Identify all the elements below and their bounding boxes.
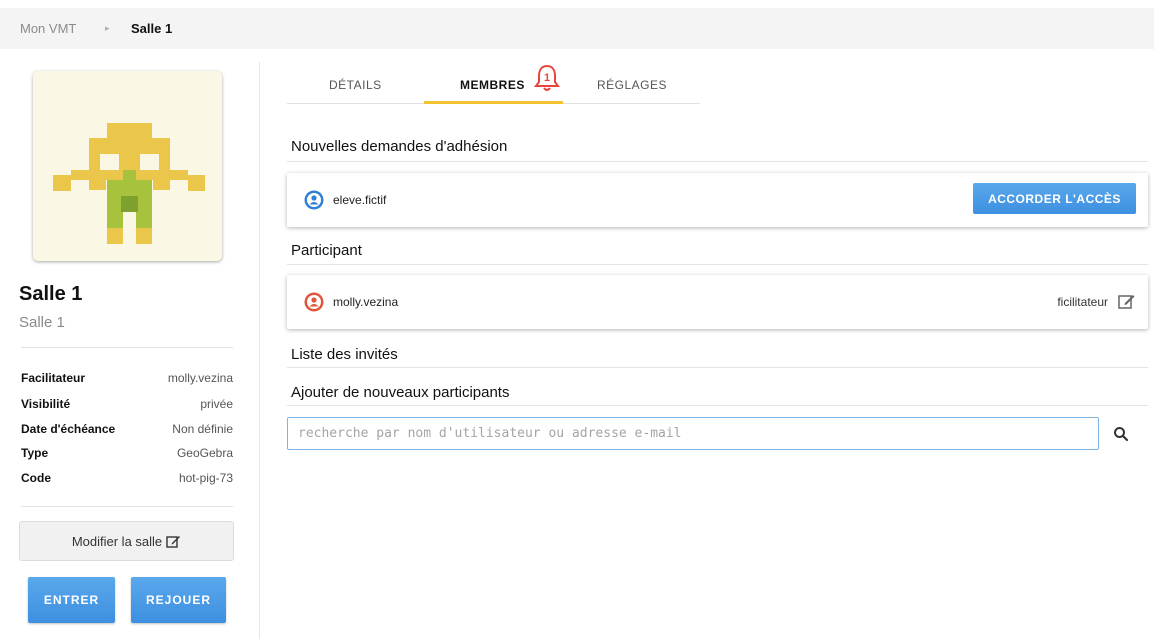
detail-key: Date d'échéance xyxy=(21,422,116,436)
tab-settings[interactable]: RÉGLAGES xyxy=(597,78,667,92)
detail-value: GeoGebra xyxy=(176,446,233,460)
request-card: eleve.fictif ACCORDER L'ACCÈS xyxy=(287,173,1148,227)
section-divider xyxy=(287,367,1148,368)
room-avatar-image xyxy=(53,123,205,244)
detail-row-visibility: Visibilité privée xyxy=(21,397,233,417)
edit-icon xyxy=(166,536,181,548)
section-divider xyxy=(287,161,1148,162)
detail-row-code: Code hot-pig-73 xyxy=(21,471,233,491)
participants-title: Participant xyxy=(291,242,362,259)
detail-value: molly.vezina xyxy=(167,371,233,385)
panel-divider xyxy=(259,62,260,639)
request-username: eleve.fictif xyxy=(333,193,387,207)
requests-title: Nouvelles demandes d'adhésion xyxy=(291,138,508,155)
tab-members[interactable]: MEMBRES xyxy=(460,78,525,92)
breadcrumb-separator-icon: ▸ xyxy=(105,23,110,33)
detail-value: Non définie xyxy=(172,422,233,436)
detail-row-type: Type GeoGebra xyxy=(21,446,233,466)
replay-button[interactable]: REJOUER xyxy=(131,577,226,623)
enter-button[interactable]: ENTRER xyxy=(28,577,115,623)
participant-card: molly.vezina ficilitateur xyxy=(287,275,1148,329)
detail-value: hot-pig-73 xyxy=(178,471,233,485)
user-avatar-icon xyxy=(304,190,324,210)
participant-username: molly.vezina xyxy=(333,295,399,309)
breadcrumb-home-link[interactable]: Mon VMT xyxy=(20,8,76,49)
detail-row-due-date: Date d'échéance Non définie xyxy=(21,422,233,442)
room-title: Salle 1 xyxy=(19,283,83,305)
guest-list-title: Liste des invités xyxy=(291,346,398,363)
room-subtitle: Salle 1 xyxy=(19,314,65,331)
detail-key: Type xyxy=(21,446,49,460)
grant-access-button[interactable]: ACCORDER L'ACCÈS xyxy=(973,183,1136,214)
modify-room-button[interactable]: Modifier la salle xyxy=(19,521,234,561)
user-avatar-icon xyxy=(304,292,324,312)
notification-bell-icon[interactable]: 1 xyxy=(534,64,560,92)
breadcrumb-current: Salle 1 xyxy=(131,21,173,36)
edit-role-icon[interactable] xyxy=(1118,293,1136,309)
participant-role: ficilitateur xyxy=(1057,295,1108,309)
add-participants-title: Ajouter de nouveaux participants xyxy=(291,384,510,401)
detail-row-facilitator: Facilitateur molly.vezina xyxy=(21,371,233,391)
detail-key: Facilitateur xyxy=(21,371,86,385)
divider xyxy=(21,506,233,507)
participant-search-input[interactable] xyxy=(287,417,1099,450)
detail-value: privée xyxy=(200,397,233,411)
tab-details[interactable]: DÉTAILS xyxy=(329,78,382,92)
notification-count: 1 xyxy=(544,72,550,84)
room-avatar xyxy=(33,71,222,261)
detail-key: Visibilité xyxy=(21,397,71,411)
section-divider xyxy=(287,405,1148,406)
divider xyxy=(21,347,233,348)
search-icon[interactable] xyxy=(1113,426,1129,442)
modify-room-label: Modifier la salle xyxy=(71,533,163,549)
active-tab-indicator xyxy=(424,101,563,104)
detail-key: Code xyxy=(21,471,51,485)
breadcrumb: Mon VMT ▸ Salle 1 xyxy=(0,8,1154,49)
section-divider xyxy=(287,264,1148,265)
